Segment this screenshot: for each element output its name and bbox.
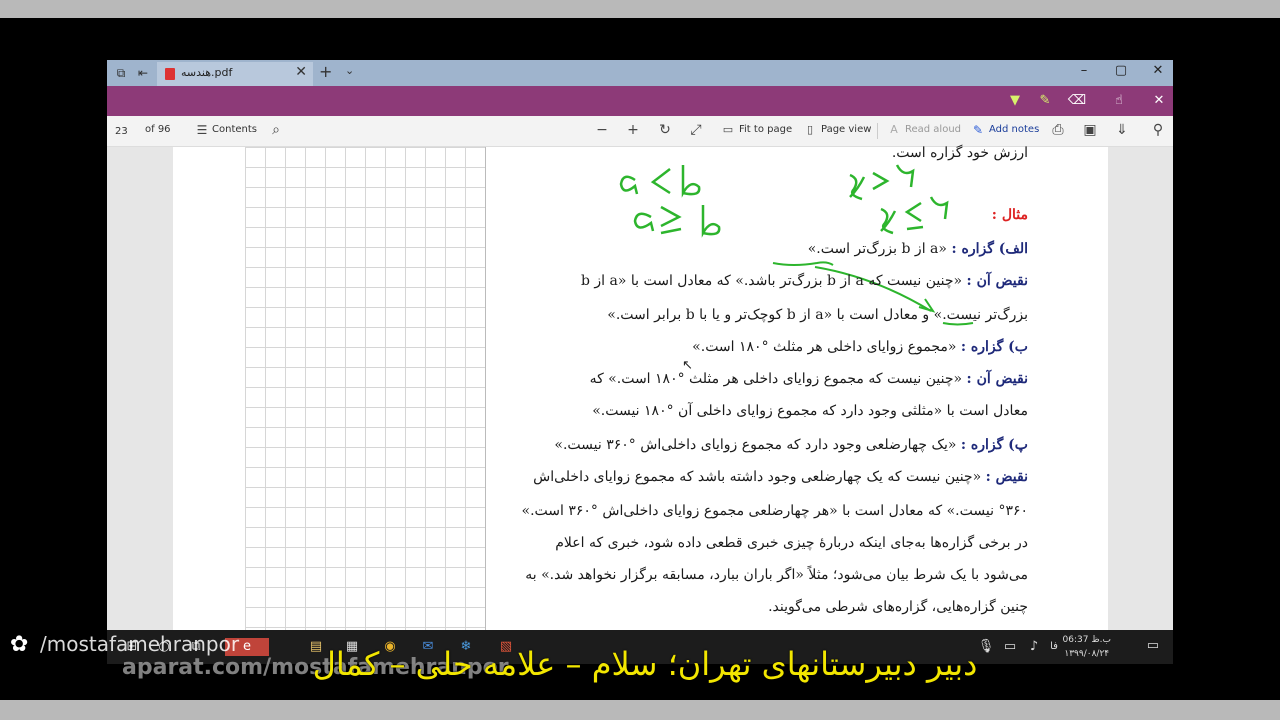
close-ink-icon[interactable]: ✕	[1149, 92, 1169, 110]
eraser-icon[interactable]: ⌫	[1067, 92, 1087, 110]
zoom-in-icon[interactable]: +	[624, 122, 642, 138]
notification-icon[interactable]: ▭	[1147, 638, 1159, 653]
add-notes-button[interactable]: Add notes	[989, 124, 1039, 135]
page-number-input[interactable]	[113, 122, 141, 140]
negation-label: نقیض :	[985, 469, 1028, 485]
contents-icon: ☰	[196, 123, 208, 137]
read-aloud-button[interactable]: Read aloud	[905, 124, 961, 135]
statement-label: پ) گزاره :	[960, 437, 1028, 453]
save-icon[interactable]: ▣	[1081, 122, 1099, 138]
negation-text: «چنین نیست که یک چهارضلعی وجود داشته باش…	[533, 469, 982, 485]
language-indicator[interactable]: فا	[1045, 638, 1063, 656]
statement-text: «a از b بزرگ‌تر است.»	[807, 241, 947, 257]
tab-preview-icon[interactable]: ⧉	[113, 65, 129, 81]
doc-line: °۳۶۰ نیست.» که معادل است با «هر چهارضلعی…	[521, 503, 1028, 519]
tab-bar: ⧉ ⇤ هندسه.pdf ✕ + ⌄ – ▢ ✕	[107, 60, 1173, 86]
minimize-button[interactable]: –	[1069, 63, 1099, 78]
negation-label: نقیض آن :	[966, 371, 1028, 387]
set-aside-tabs-icon[interactable]: ⇤	[135, 65, 151, 81]
edge-pdf-window: ⧉ ⇤ هندسه.pdf ✕ + ⌄ – ▢ ✕ ▼ ✎ ⌫ ☝ ✕ of 9…	[107, 60, 1173, 630]
statement-label: الف) گزاره :	[951, 241, 1028, 257]
aparat-logo-icon: ✿	[10, 632, 29, 657]
subtitle-caption: دبیر دبیرستانهای تهران؛ سلام – علامه حلی…	[312, 645, 978, 683]
doc-line: پ) گزاره : «یک چهارضلعی وجود دارد که مجم…	[554, 437, 1028, 453]
negation-text: «چنین نیست که مجموع زوایای داخلی هر مثلث…	[589, 371, 963, 387]
doc-line: چنین گزاره‌هایی، گزاره‌های شرطی می‌گویند…	[768, 599, 1028, 615]
doc-line: می‌شود با یک شرط بیان می‌شود؛ مثلاً «اگر…	[525, 567, 1028, 583]
zoom-out-icon[interactable]: −	[593, 122, 611, 138]
clock-time: 06:37 ب.ظ	[1062, 635, 1111, 645]
negation-text: «چنین نیست که a از b بزرگ‌تر باشد.» که م…	[580, 273, 963, 289]
toolbar-divider	[877, 123, 878, 139]
statement-text: «یک چهارضلعی وجود دارد که مجموع زوایای د…	[554, 437, 957, 453]
fit-to-page-icon: ▭	[722, 123, 734, 136]
ink-layer	[619, 164, 974, 326]
pdf-toolbar: of 96 ☰ Contents ⌕ − + ↻ ⤢ ▭ Fit to page…	[107, 116, 1173, 147]
statement-text: «مجموع زوایای داخلی هر مثلث °۱۸۰ است.»	[692, 339, 957, 355]
doc-line: ارزش خود گزاره است.	[891, 145, 1028, 161]
document-area: ارزش خود گزاره است. مثال : الف) گزاره : …	[107, 145, 1173, 630]
read-aloud-icon: A	[890, 123, 898, 136]
page-total: of 96	[145, 124, 171, 135]
save-as-icon[interactable]: ⇓	[1113, 122, 1131, 138]
pen-icon[interactable]: ▼	[1005, 92, 1025, 110]
statement-label: ب) گزاره :	[960, 339, 1028, 355]
pin-toolbar-icon[interactable]: ⚲	[1149, 122, 1167, 138]
rotate-icon[interactable]: ↻	[656, 122, 674, 138]
taskbar-clock[interactable]: 06:37 ب.ظ ۱۳۹۹/۰۸/۲۴	[1063, 633, 1111, 661]
doc-line: بزرگ‌تر نیست.» و معادل است با «a از b کو…	[607, 307, 1028, 323]
page-view-icon: ▯	[806, 123, 814, 136]
full-screen-icon[interactable]: ⤢	[687, 122, 705, 138]
pdf-page: ارزش خود گزاره است. مثال : الف) گزاره : …	[173, 145, 1108, 630]
pdf-icon	[165, 68, 175, 80]
doc-line: در برخی گزاره‌ها به‌جای اینکه دربارهٔ چی…	[555, 535, 1028, 551]
doc-line: نقیض آن : «چنین نیست که مجموع زوایای داخ…	[590, 371, 1028, 387]
search-icon[interactable]: ⌕	[267, 122, 285, 138]
doc-line: معادل است با «مثلثی وجود دارد که مجموع ز…	[592, 403, 1028, 419]
watermark-handle: /mostafamehranpor	[40, 632, 240, 656]
example-label: مثال :	[991, 207, 1028, 223]
video-frame: ⧉ ⇤ هندسه.pdf ✕ + ⌄ – ▢ ✕ ▼ ✎ ⌫ ☝ ✕ of 9…	[0, 0, 1280, 720]
doc-line: مثال :	[992, 207, 1028, 223]
touch-writing-icon[interactable]: ☝	[1109, 92, 1129, 110]
print-icon[interactable]: ⎙	[1049, 122, 1067, 138]
new-tab-button[interactable]: +	[319, 62, 332, 81]
tab-close-button[interactable]: ✕	[295, 64, 307, 80]
negation-label: نقیض آن :	[966, 273, 1028, 289]
page-view-button[interactable]: Page view	[821, 124, 871, 135]
doc-line: نقیض : «چنین نیست که یک چهارضلعی وجود دا…	[533, 469, 1028, 485]
tab-pdf[interactable]: هندسه.pdf ✕	[157, 62, 313, 86]
tab-dropdown-button[interactable]: ⌄	[345, 64, 354, 77]
doc-line: الف) گزاره : «a از b بزرگ‌تر است.»	[808, 241, 1028, 257]
clock-date: ۱۳۹۹/۰۸/۲۴	[1064, 649, 1110, 659]
letterbox-bottom	[0, 700, 1280, 720]
mouse-cursor-icon: ↖	[682, 358, 693, 373]
add-notes-icon: ✎	[972, 123, 984, 137]
highlighter-icon[interactable]: ✎	[1035, 92, 1055, 110]
doc-line: ب) گزاره : «مجموع زوایای داخلی هر مثلث °…	[692, 339, 1028, 355]
maximize-button[interactable]: ▢	[1106, 63, 1136, 78]
contents-button[interactable]: Contents	[212, 124, 257, 135]
tab-title: هندسه.pdf	[181, 66, 233, 79]
close-window-button[interactable]: ✕	[1143, 63, 1173, 78]
letterbox-top	[0, 0, 1280, 18]
fit-to-page-button[interactable]: Fit to page	[739, 124, 792, 135]
doc-line: نقیض آن : «چنین نیست که a از b بزرگ‌تر ب…	[581, 273, 1028, 289]
ink-toolbar: ▼ ✎ ⌫ ☝ ✕	[107, 86, 1173, 116]
